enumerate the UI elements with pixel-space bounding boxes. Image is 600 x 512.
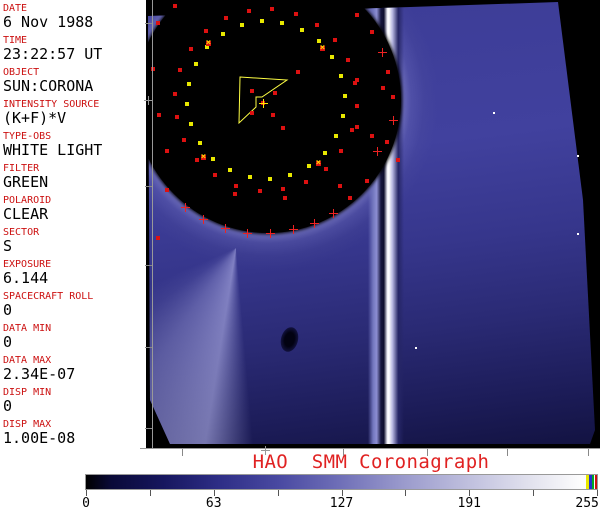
colorbar-saturation-stripe <box>595 475 598 489</box>
colorbar-tick-label: 0 <box>82 496 90 511</box>
colorbar-tick <box>150 490 151 496</box>
smm-coronagraph-viewer: DATE6 Nov 1988TIME23:22:57 UTOBJECTSUN:C… <box>0 0 600 512</box>
colorbar-tick <box>278 490 279 496</box>
colorbar-tick-label: 191 <box>458 496 481 511</box>
colorbar-tick-label: 127 <box>330 496 353 511</box>
colorbar-tick-label: 255 <box>575 496 598 511</box>
sun-outline-polygon <box>239 77 287 123</box>
colorbar <box>85 474 598 490</box>
colorbar-tick <box>405 490 406 496</box>
sun-outline-overlay <box>0 0 600 448</box>
colorbar-tick-label: 63 <box>206 496 222 511</box>
colorbar-tick <box>533 490 534 496</box>
footer: HAO SMM Coronagraph 0 63 127 191 255 <box>0 448 600 512</box>
image-title: HAO SMM Coronagraph <box>253 451 490 473</box>
